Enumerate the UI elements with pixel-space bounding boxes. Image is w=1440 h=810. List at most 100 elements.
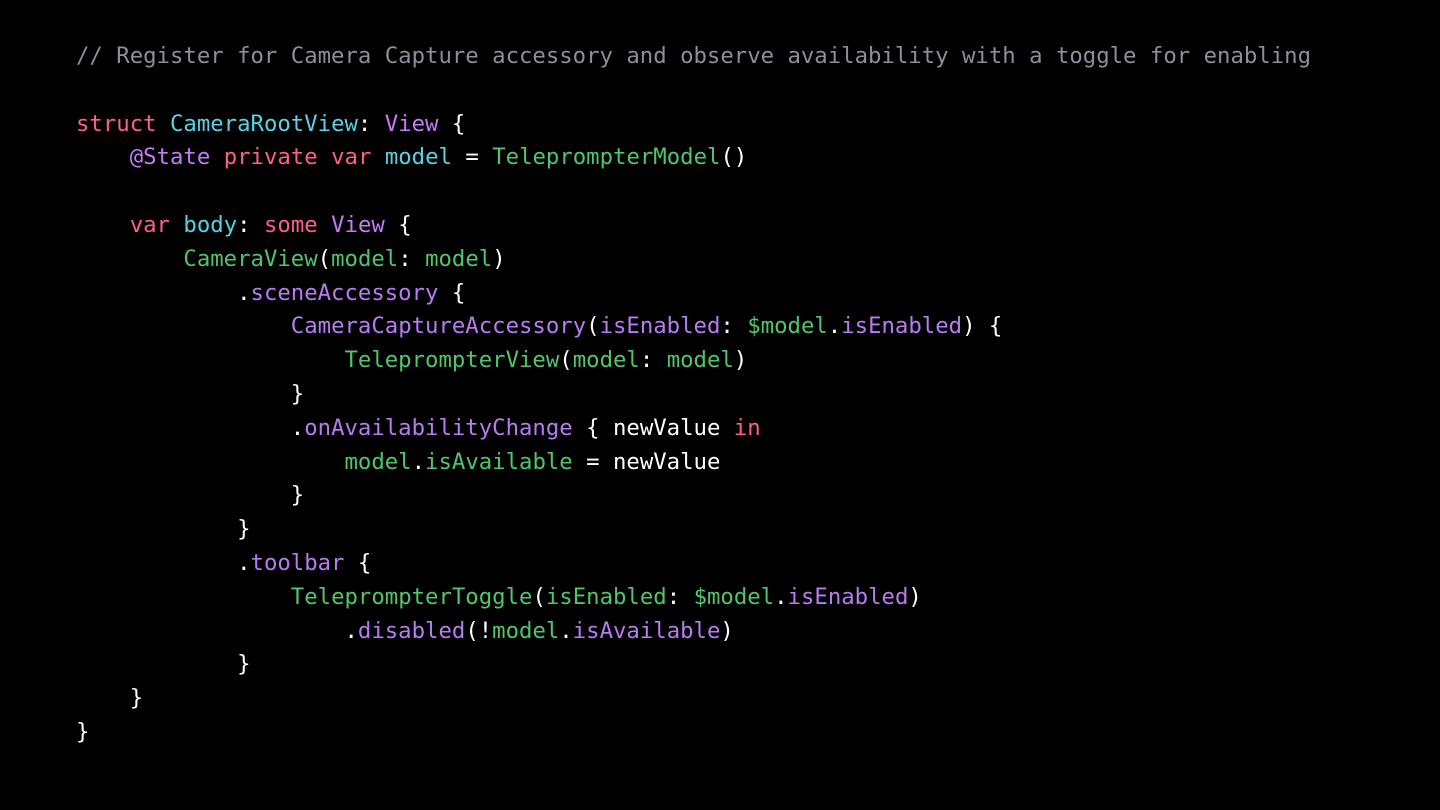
code-token-plain: ) { — [962, 313, 1003, 340]
code-token-member: sceneAccessory — [250, 279, 439, 306]
code-token-local: model — [666, 347, 734, 374]
code-line: struct CameraRootView: View { — [76, 108, 1416, 142]
code-token-keyword: var — [331, 144, 372, 171]
code-token-plain: . — [76, 549, 251, 576]
code-token-local: isAvailable — [425, 448, 573, 475]
code-token-keyword: some — [263, 211, 318, 238]
code-line: .onAvailabilityChange { newValue in — [76, 412, 1416, 446]
code-token-plain: } — [76, 482, 305, 509]
code-token-member: isEnabled — [787, 583, 909, 610]
code-line: TeleprompterView(model: model) — [76, 344, 1416, 378]
code-token-keyword: in — [733, 414, 761, 441]
code-token-plain: . — [76, 617, 358, 644]
code-token-plain: { newValue — [572, 414, 734, 441]
code-token-member: onAvailabilityChange — [304, 414, 573, 441]
code-token-plain: ( — [586, 313, 600, 340]
code-token-plain: . — [827, 313, 842, 340]
code-token-fn: model — [331, 245, 399, 272]
code-token-member: toolbar — [250, 549, 345, 576]
code-token-plain: (! — [465, 617, 493, 644]
code-line: @State private var model = TeleprompterM… — [76, 141, 1416, 175]
code-token-decl: model — [384, 144, 452, 171]
code-line: model.isAvailable = newValue — [76, 446, 1416, 480]
code-line: .disabled(!model.isAvailable) — [76, 615, 1416, 649]
code-token-plain: ) — [720, 617, 734, 644]
code-token-fn: TeleprompterToggle — [290, 583, 533, 610]
code-line: } — [76, 378, 1416, 412]
code-token-local: $model — [747, 313, 828, 340]
code-line: } — [76, 716, 1416, 750]
code-token-plain: ) — [908, 583, 922, 610]
code-token-fn: TeleprompterView — [344, 347, 560, 374]
code-token-plain: : — [398, 245, 426, 272]
code-token-fn: model — [572, 347, 640, 374]
code-line: } — [76, 682, 1416, 716]
code-token-plain: } — [76, 718, 90, 745]
code-line: .toolbar { — [76, 547, 1416, 581]
code-token-plain: { — [438, 110, 466, 137]
code-token-plain: . — [76, 414, 305, 441]
code-token-plain: ( — [559, 347, 573, 374]
code-token-type-decl: CameraRootView — [169, 110, 358, 137]
code-token-member: CameraCaptureAccessory — [290, 313, 587, 340]
code-token-keyword: struct — [76, 110, 157, 137]
code-token-local: model — [425, 245, 493, 272]
code-token-type-ref: View — [384, 110, 439, 137]
code-token-plain: . — [76, 279, 251, 306]
code-token-local: model — [344, 448, 412, 475]
code-token-local: model — [492, 617, 560, 644]
code-token-type-ref: View — [331, 211, 385, 238]
code-line: CameraCaptureAccessory(isEnabled: $model… — [76, 310, 1416, 344]
code-token-plain: = newValue — [572, 448, 721, 475]
code-token-plain: ) — [492, 245, 506, 272]
code-token-plain: { — [344, 549, 372, 576]
code-token-plain: ) — [733, 347, 748, 374]
code-token-plain: { — [384, 211, 412, 238]
code-token-plain: : — [237, 211, 264, 238]
code-token-plain: } — [76, 651, 251, 678]
code-token-fn: isEnabled — [545, 583, 667, 610]
code-token-attribute: @State — [129, 144, 211, 171]
code-token-fn: CameraView — [183, 245, 318, 272]
code-line: TeleprompterToggle(isEnabled: $model.isE… — [76, 581, 1416, 615]
code-token-member: isEnabled — [841, 313, 963, 340]
code-token-fn: TeleprompterModel — [492, 144, 721, 171]
code-token-plain: = — [451, 144, 493, 171]
code-block: // Register for Camera Capture accessory… — [76, 40, 1416, 750]
code-token-plain: . — [411, 448, 426, 475]
code-line: CameraView(model: model) — [76, 243, 1416, 277]
code-token-plain: ( — [532, 583, 546, 610]
code-token-member: isAvailable — [572, 617, 721, 644]
code-line: } — [76, 648, 1416, 682]
code-line: var body: some View { — [76, 209, 1416, 243]
code-token-member: isEnabled — [599, 313, 721, 340]
code-token-member: disabled — [357, 617, 466, 644]
code-token-plain: ( — [317, 245, 332, 272]
code-line: .sceneAccessory { — [76, 277, 1416, 311]
code-token-plain: } — [76, 685, 144, 712]
code-line: // Register for Camera Capture accessory… — [76, 40, 1416, 74]
code-line: } — [76, 479, 1416, 513]
code-token-plain: : — [357, 110, 385, 137]
code-token-decl: body — [183, 211, 238, 238]
code-token-plain: : — [720, 313, 748, 340]
code-token-keyword: var — [129, 211, 170, 238]
code-token-plain: . — [774, 583, 788, 610]
code-token-plain: : — [639, 347, 667, 374]
code-token-plain: : — [666, 583, 694, 610]
